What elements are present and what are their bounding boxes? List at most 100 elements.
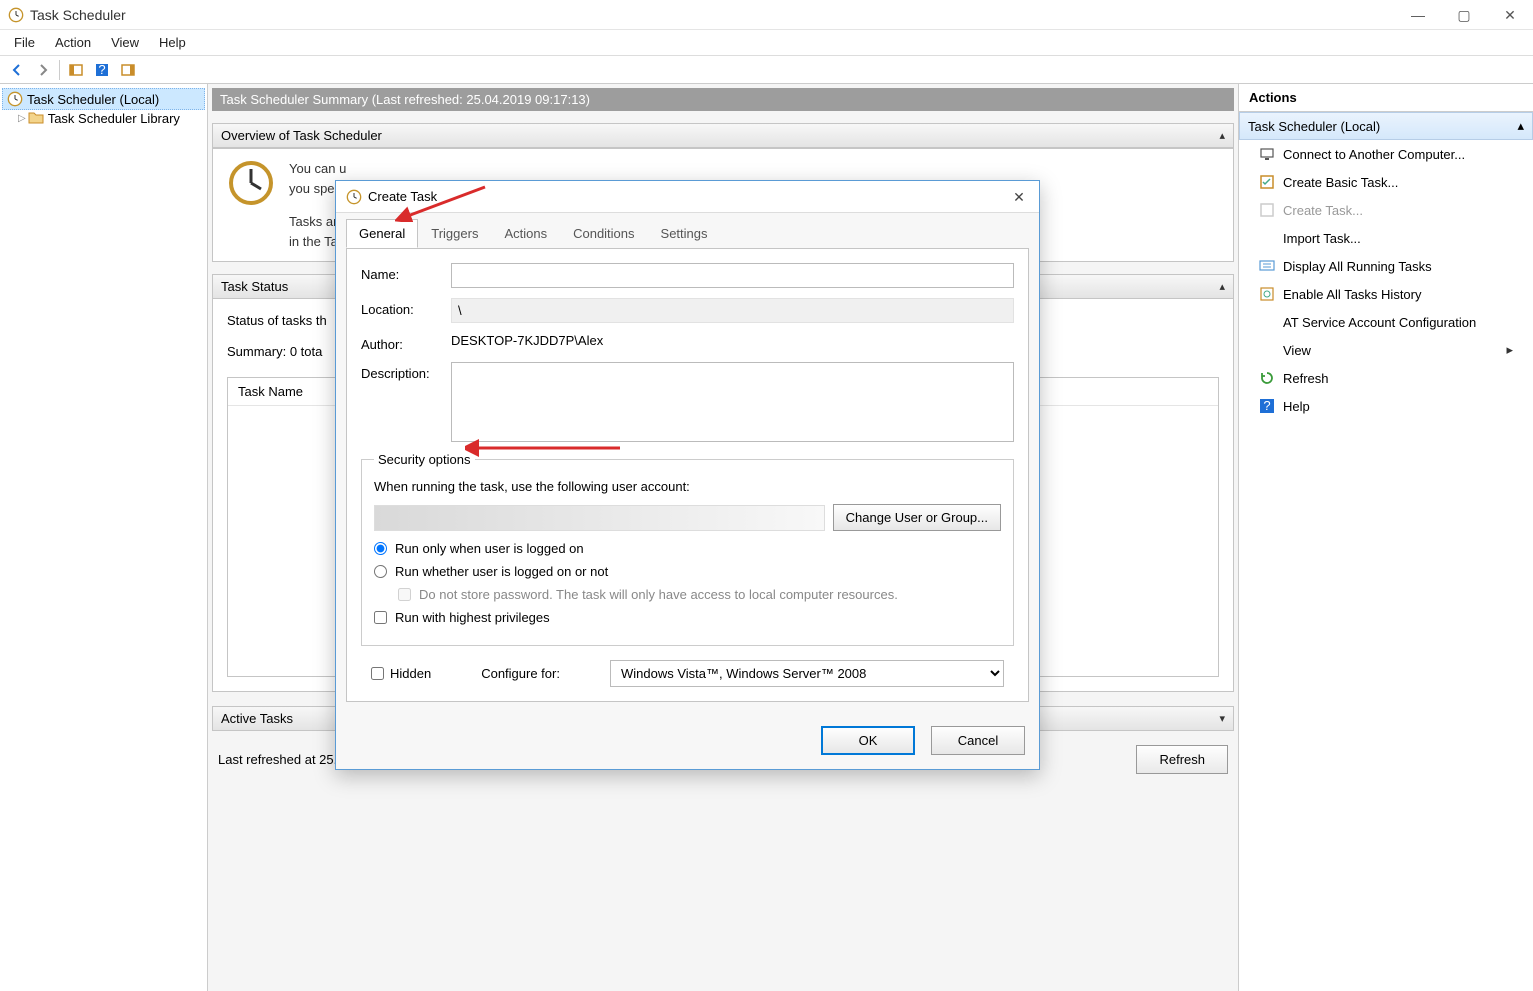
action-label: AT Service Account Configuration <box>1283 315 1476 330</box>
change-user-button[interactable]: Change User or Group... <box>833 504 1001 531</box>
actions-pane: Actions Task Scheduler (Local) ▴ Connect… <box>1238 84 1533 991</box>
tree-child-label: Task Scheduler Library <box>48 111 180 126</box>
user-account-box <box>374 505 825 531</box>
svg-text:?: ? <box>1263 398 1270 413</box>
forward-button[interactable] <box>31 59 55 81</box>
tab-general[interactable]: General <box>346 219 418 248</box>
menu-bar: File Action View Help <box>0 30 1533 56</box>
menu-action[interactable]: Action <box>45 31 101 54</box>
action-label: Enable All Tasks History <box>1283 287 1422 302</box>
configure-label: Configure for: <box>481 666 560 681</box>
task-basic-icon <box>1259 174 1275 190</box>
tree-root-label: Task Scheduler (Local) <box>27 92 159 107</box>
dialog-title: Create Task <box>368 189 437 204</box>
dialog-title-bar[interactable]: Create Task ✕ <box>336 181 1039 213</box>
clock-icon <box>7 91 23 107</box>
hidden-checkbox[interactable] <box>371 667 384 680</box>
window-title: Task Scheduler <box>30 7 126 23</box>
no-password-label: Do not store password. The task will onl… <box>419 587 898 602</box>
show-hide-console-button[interactable] <box>64 59 88 81</box>
security-options-fieldset: Security options When running the task, … <box>361 452 1014 646</box>
actions-subtitle[interactable]: Task Scheduler (Local) ▴ <box>1239 112 1533 140</box>
show-hide-action-button[interactable] <box>116 59 140 81</box>
tab-content: Name: Location: \ Author: DESKTOP-7KJDD7… <box>346 248 1029 702</box>
action-label: Create Task... <box>1283 203 1363 218</box>
overview-title: Overview of Task Scheduler <box>221 128 382 143</box>
overview-section-header[interactable]: Overview of Task Scheduler ▴ <box>212 123 1234 148</box>
help-toolbar-button[interactable]: ? <box>90 59 114 81</box>
help-icon: ? <box>1259 398 1275 414</box>
highest-privileges-label: Run with highest privileges <box>395 610 550 625</box>
collapse-icon[interactable]: ▴ <box>1219 129 1225 142</box>
title-bar: Task Scheduler — ▢ ✕ <box>0 0 1533 30</box>
run-whether-radio[interactable] <box>374 565 387 578</box>
dialog-close-button[interactable]: ✕ <box>1005 185 1033 209</box>
svg-text:?: ? <box>98 62 105 77</box>
action-item-8[interactable]: Refresh <box>1239 364 1533 392</box>
action-item-2: Create Task... <box>1239 196 1533 224</box>
actions-sub-label: Task Scheduler (Local) <box>1248 119 1380 134</box>
expand-icon[interactable]: ▾ <box>1219 712 1225 725</box>
status-title: Task Status <box>221 279 288 294</box>
ok-button[interactable]: OK <box>821 726 915 755</box>
action-item-6[interactable]: AT Service Account Configuration <box>1239 308 1533 336</box>
maximize-button[interactable]: ▢ <box>1441 0 1487 30</box>
highest-privileges-checkbox[interactable] <box>374 611 387 624</box>
create-task-dialog: Create Task ✕ General Triggers Actions C… <box>335 180 1040 770</box>
configure-select[interactable]: Windows Vista™, Windows Server™ 2008 <box>610 660 1004 687</box>
no-password-checkbox <box>398 588 411 601</box>
run-logged-on-label: Run only when user is logged on <box>395 541 584 556</box>
folder-icon <box>28 110 44 126</box>
tab-settings[interactable]: Settings <box>648 219 721 248</box>
toolbar: ? <box>0 56 1533 84</box>
location-label: Location: <box>361 298 441 317</box>
menu-help[interactable]: Help <box>149 31 196 54</box>
collapse-icon[interactable]: ▴ <box>1219 280 1225 293</box>
summary-header: Task Scheduler Summary (Last refreshed: … <box>212 88 1234 111</box>
action-item-0[interactable]: Connect to Another Computer... <box>1239 140 1533 168</box>
action-item-7[interactable]: View▸ <box>1239 336 1533 364</box>
tab-actions[interactable]: Actions <box>491 219 560 248</box>
author-value: DESKTOP-7KJDD7P\Alex <box>451 333 603 348</box>
menu-view[interactable]: View <box>101 31 149 54</box>
security-legend: Security options <box>374 452 475 467</box>
run-whether-label: Run whether user is logged on or not <box>395 564 608 579</box>
tree-root[interactable]: Task Scheduler (Local) <box>2 88 205 110</box>
action-item-4[interactable]: Display All Running Tasks <box>1239 252 1533 280</box>
tab-conditions[interactable]: Conditions <box>560 219 647 248</box>
blank-icon <box>1259 230 1275 246</box>
close-button[interactable]: ✕ <box>1487 0 1533 30</box>
history-icon <box>1259 286 1275 302</box>
display-icon <box>1259 258 1275 274</box>
action-label: Import Task... <box>1283 231 1361 246</box>
refresh-icon <box>1259 370 1275 386</box>
name-input[interactable] <box>451 263 1014 288</box>
active-title: Active Tasks <box>221 711 293 726</box>
minimize-button[interactable]: — <box>1395 0 1441 30</box>
blank-icon <box>1259 342 1275 358</box>
cancel-button[interactable]: Cancel <box>931 726 1025 755</box>
description-input[interactable] <box>451 362 1014 442</box>
menu-file[interactable]: File <box>4 31 45 54</box>
submenu-arrow-icon: ▸ <box>1506 342 1513 358</box>
action-item-5[interactable]: Enable All Tasks History <box>1239 280 1533 308</box>
tab-triggers[interactable]: Triggers <box>418 219 491 248</box>
security-text: When running the task, use the following… <box>374 479 1001 494</box>
tab-strip: General Triggers Actions Conditions Sett… <box>336 213 1039 248</box>
action-label: Connect to Another Computer... <box>1283 147 1465 162</box>
refresh-button[interactable]: Refresh <box>1136 745 1228 774</box>
overview-text-1: You can u <box>289 161 346 176</box>
action-item-3[interactable]: Import Task... <box>1239 224 1533 252</box>
action-label: Display All Running Tasks <box>1283 259 1432 274</box>
back-button[interactable] <box>5 59 29 81</box>
tree-child[interactable]: ▷ Task Scheduler Library <box>2 110 205 126</box>
collapse-icon[interactable]: ▴ <box>1517 118 1524 134</box>
clock-icon <box>8 7 24 23</box>
run-logged-on-radio[interactable] <box>374 542 387 555</box>
action-label: Help <box>1283 399 1310 414</box>
clock-icon-large <box>227 159 275 207</box>
toolbar-separator <box>59 60 60 80</box>
action-item-1[interactable]: Create Basic Task... <box>1239 168 1533 196</box>
action-item-9[interactable]: ? Help <box>1239 392 1533 420</box>
tree-expander-icon[interactable]: ▷ <box>18 113 26 124</box>
